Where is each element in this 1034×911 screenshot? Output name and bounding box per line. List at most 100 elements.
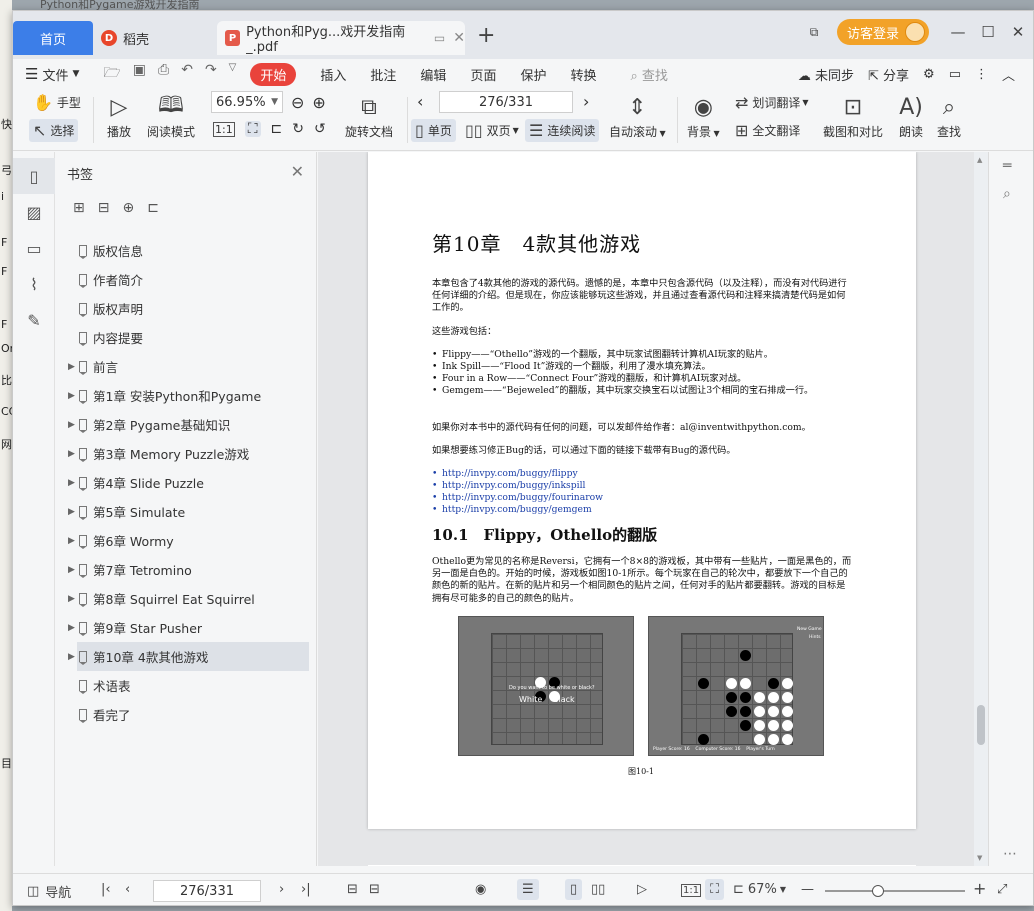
- menu-comment[interactable]: 批注: [370, 65, 396, 84]
- fit-page-icon[interactable]: ⛶: [705, 879, 725, 900]
- continuous-view-icon[interactable]: ☰: [517, 879, 539, 900]
- select-tool-button[interactable]: ↖ 选择: [29, 119, 79, 142]
- tab-docer[interactable]: D 稻壳: [93, 21, 211, 55]
- hand-tool-button[interactable]: ✋ 手型: [33, 93, 81, 112]
- scrollbar-thumb[interactable]: [977, 705, 985, 745]
- settings-icon[interactable]: ⚙: [923, 67, 935, 82]
- undo-icon[interactable]: ↶: [181, 62, 193, 86]
- add-bookmark-icon[interactable]: ⊕: [122, 200, 134, 216]
- minimize-icon[interactable]: —: [943, 23, 973, 41]
- save-icon[interactable]: ▣: [133, 62, 146, 86]
- actual-size-icon[interactable]: 1:1: [681, 884, 702, 897]
- properties-icon[interactable]: ═: [1003, 158, 1011, 174]
- expand-arrow-icon[interactable]: ▶: [68, 449, 75, 459]
- single-page-button[interactable]: ▯ 单页: [411, 119, 456, 142]
- expand-arrow-icon[interactable]: ▶: [68, 391, 75, 401]
- search-box[interactable]: ⌕ 查找: [630, 65, 667, 84]
- double-page-button[interactable]: ▯▯ 双页 ▼: [465, 121, 519, 140]
- expand-arrow-icon[interactable]: ▶: [68, 594, 75, 604]
- bookmark-item[interactable]: ▶ 第8章 Squirrel Eat Squirrel: [55, 584, 317, 613]
- expand-arrow-icon[interactable]: ▶: [68, 652, 75, 662]
- bookmark-item[interactable]: 术语表: [55, 671, 317, 700]
- eye-icon[interactable]: ◉: [475, 882, 486, 897]
- forward-icon[interactable]: ⊟: [369, 882, 380, 897]
- link-gemgem[interactable]: http://invpy.com/buggy/gemgem: [432, 504, 852, 516]
- bookmark-item[interactable]: ▶ 第3章 Memory Puzzle游戏: [55, 439, 317, 468]
- zoom-out-icon[interactable]: —: [801, 882, 814, 897]
- back-icon[interactable]: ⊟: [347, 882, 358, 897]
- link-fourinarow[interactable]: http://invpy.com/buggy/fourinarow: [432, 492, 852, 504]
- bookmark-item[interactable]: 作者简介: [55, 265, 317, 294]
- fit-width-icon[interactable]: ⊏: [271, 121, 283, 137]
- bookmark-item[interactable]: ▶ 第6章 Wormy: [55, 526, 317, 555]
- play-icon[interactable]: ▷: [637, 882, 647, 897]
- bookmark-item[interactable]: 版权声明: [55, 294, 317, 323]
- next-page-icon[interactable]: ›: [279, 882, 284, 897]
- signature-panel-icon[interactable]: ✎: [13, 302, 55, 338]
- bookmark-item[interactable]: ▶ 第5章 Simulate: [55, 497, 317, 526]
- bookmark-item[interactable]: 版权信息: [55, 236, 317, 265]
- search-text-icon[interactable]: ⌕: [1003, 186, 1011, 202]
- thumbnail-panel-icon[interactable]: ▨: [13, 194, 55, 230]
- bookmark-item[interactable]: ▶ 第10章 4款其他游戏: [68, 642, 309, 671]
- expand-arrow-icon[interactable]: ▶: [68, 565, 75, 575]
- comment-icon[interactable]: ▭: [949, 67, 961, 82]
- comment-panel-icon[interactable]: ▭: [13, 230, 55, 266]
- more-icon[interactable]: ⋮: [975, 67, 988, 82]
- new-tab-icon[interactable]: +: [477, 23, 495, 48]
- bookmark-icon[interactable]: ⊏: [147, 200, 159, 216]
- scroll-up-icon[interactable]: ▲: [977, 156, 982, 164]
- scroll-down-icon[interactable]: ▼: [977, 854, 982, 862]
- menu-edit[interactable]: 编辑: [420, 65, 446, 84]
- zoom-slider[interactable]: [825, 885, 965, 897]
- full-translate-button[interactable]: ⊞ 全文翻译: [735, 121, 800, 140]
- bookmark-item[interactable]: ▶ 第1章 安装Python和Pygame: [55, 381, 317, 410]
- tab-close-icon[interactable]: ✕: [453, 30, 465, 46]
- fullscreen-icon[interactable]: ⤢: [997, 882, 1007, 897]
- menu-convert[interactable]: 转换: [570, 65, 596, 84]
- tab-document[interactable]: P Python和Pyg...戏开发指南_.pdf ▭ ✕: [217, 21, 465, 55]
- close-window-icon[interactable]: ✕: [1003, 23, 1033, 41]
- double-page-view-icon[interactable]: ▯▯: [591, 882, 605, 897]
- rotate-right-icon[interactable]: ↺: [314, 121, 326, 137]
- expand-all-icon[interactable]: ⊞: [73, 200, 85, 216]
- print-icon[interactable]: ⎙: [158, 62, 169, 86]
- bookmark-item[interactable]: ▶ 前言: [55, 352, 317, 381]
- attachment-panel-icon[interactable]: ⌇: [13, 266, 55, 302]
- expand-arrow-icon[interactable]: ▶: [68, 478, 75, 488]
- open-folder-icon[interactable]: 🗁: [103, 62, 120, 86]
- sync-button[interactable]: ☁ 未同步: [798, 65, 854, 84]
- expand-arrow-icon[interactable]: ▶: [68, 362, 75, 372]
- bookmark-item[interactable]: ▶ 第2章 Pygame基础知识: [55, 410, 317, 439]
- prev-page-icon[interactable]: ‹: [417, 92, 423, 111]
- menu-start[interactable]: 开始: [250, 62, 297, 86]
- menu-page[interactable]: 页面: [470, 65, 496, 84]
- redo-icon[interactable]: ↷: [205, 62, 217, 86]
- page-number-input[interactable]: 276/331: [439, 91, 573, 113]
- window-icon[interactable]: ▭: [434, 31, 445, 45]
- zoom-slider-handle[interactable]: [872, 885, 885, 897]
- bookmark-panel-icon[interactable]: ▯: [13, 158, 55, 194]
- next-page-icon[interactable]: ›: [583, 92, 589, 111]
- background-button[interactable]: ◉ 背景 ▼: [687, 91, 720, 140]
- word-translate-button[interactable]: ⇄ 划词翻译 ▼: [735, 93, 809, 112]
- first-page-icon[interactable]: |‹: [101, 882, 111, 897]
- bookmark-item[interactable]: 看完了: [55, 700, 317, 729]
- actual-size-icon[interactable]: 1:1: [213, 121, 235, 137]
- bookmark-item[interactable]: ▶ 第9章 Star Pusher: [55, 613, 317, 642]
- collapse-all-icon[interactable]: ⊟: [98, 200, 110, 216]
- multi-window-icon[interactable]: ⧉: [799, 25, 829, 40]
- read-aloud-button[interactable]: A) 朗读: [899, 91, 923, 140]
- menu-protect[interactable]: 保护: [520, 65, 546, 84]
- fit-page-icon[interactable]: ⛶: [244, 121, 261, 137]
- expand-arrow-icon[interactable]: ▶: [68, 420, 75, 430]
- prev-page-icon[interactable]: ‹: [125, 882, 130, 897]
- zoom-select[interactable]: 66.95% ▼: [211, 91, 283, 113]
- last-page-icon[interactable]: ›|: [301, 882, 311, 897]
- tab-home[interactable]: 首页: [13, 21, 93, 55]
- guest-login-button[interactable]: 访客登录: [836, 19, 929, 45]
- document-viewport[interactable]: 第10章 4款其他游戏 本章包含了4款其他的游戏的源代码。遗憾的是，本章中只包含…: [318, 152, 988, 866]
- auto-scroll-button[interactable]: ⇕ 自动滚动 ▼: [609, 91, 666, 140]
- expand-arrow-icon[interactable]: ▶: [68, 507, 75, 517]
- link-inkspill[interactable]: http://invpy.com/buggy/inkspill: [432, 480, 852, 492]
